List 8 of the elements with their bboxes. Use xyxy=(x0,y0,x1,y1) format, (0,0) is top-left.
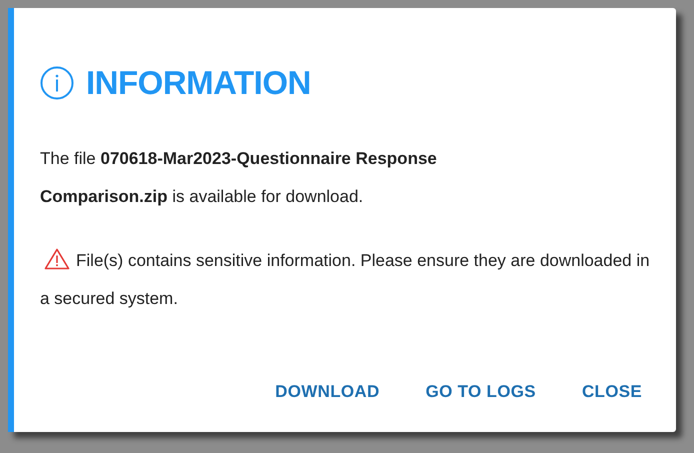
message-text: The file 070618-Mar2023-Questionnaire Response Comparison.zip is available for download. xyxy=(40,148,438,208)
info-icon xyxy=(40,66,74,100)
dialog-title: INFORMATION xyxy=(86,64,311,102)
dialog-button[interactable]: CLOSE xyxy=(570,376,654,408)
warning-text: File(s) contains sensitive information. Please ensure they are downloaded in a secured system. xyxy=(40,242,654,318)
dialog-button[interactable]: DOWNLOAD xyxy=(263,376,392,408)
dialog-button[interactable]: GO TO LOGS xyxy=(414,376,548,408)
warning-icon xyxy=(44,248,70,270)
